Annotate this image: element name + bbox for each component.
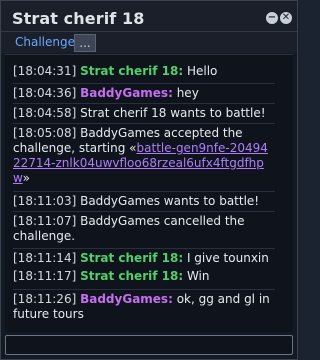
message-text-end: » bbox=[22, 171, 30, 185]
chat-message: [18:11:03] BaddyGames wants to battle! bbox=[13, 191, 275, 209]
chat-message: [18:05:08] BaddyGames accepted the chall… bbox=[13, 123, 275, 186]
message-text: Strat cherif 18 wants to battle! bbox=[80, 106, 266, 120]
chat-message: [18:11:17] Strat cherif 18: Win bbox=[13, 269, 275, 284]
message-timestamp: [18:11:14] bbox=[13, 251, 77, 265]
message-timestamp: [18:04:36] bbox=[13, 86, 77, 100]
chat-window: Strat cherif 18 − ✕ Challenge ... [18:04… bbox=[0, 0, 298, 360]
message-text: BaddyGames wants to battle! bbox=[80, 194, 260, 208]
chat-message: [18:04:31] Strat cherif 18: Hello bbox=[13, 64, 275, 79]
chat-message: [18:11:26] BaddyGames: ok, gg and gl in … bbox=[13, 289, 275, 322]
chat-message: [18:11:07] BaddyGames cancelled the chal… bbox=[13, 211, 275, 244]
close-icon[interactable]: ✕ bbox=[280, 12, 292, 24]
message-username[interactable]: BaddyGames: bbox=[80, 86, 173, 100]
chat-message: [18:04:58] Strat cherif 18 wants to batt… bbox=[13, 103, 275, 121]
chat-message: [18:04:36] BaddyGames: hey bbox=[13, 83, 275, 101]
message-timestamp: [18:11:26] bbox=[13, 292, 77, 306]
message-username[interactable]: Strat cherif 18: bbox=[80, 64, 183, 78]
tab-bar: Challenge ... bbox=[1, 32, 297, 53]
message-timestamp: [18:04:31] bbox=[13, 64, 77, 78]
message-timestamp: [18:04:58] bbox=[13, 106, 77, 120]
message-timestamp: [18:11:17] bbox=[13, 269, 77, 283]
message-timestamp: [18:11:03] bbox=[13, 194, 77, 208]
message-username[interactable]: Strat cherif 18: bbox=[80, 269, 183, 283]
minimize-icon[interactable]: − bbox=[266, 12, 278, 24]
message-username[interactable]: Strat cherif 18: bbox=[80, 251, 183, 265]
chat-input[interactable] bbox=[5, 335, 293, 355]
message-text: Hello bbox=[186, 64, 218, 78]
chat-message: [18:11:14] Strat cherif 18: I give tounx… bbox=[13, 248, 275, 266]
tab-challenge[interactable]: Challenge bbox=[11, 34, 79, 52]
tab-more-button[interactable]: ... bbox=[74, 34, 96, 52]
message-username[interactable]: BaddyGames: bbox=[80, 292, 173, 306]
title-bar: Strat cherif 18 − ✕ bbox=[1, 1, 297, 32]
message-text: I give tounxin bbox=[186, 251, 269, 265]
message-timestamp: [18:05:08] bbox=[13, 126, 77, 140]
message-timestamp: [18:11:07] bbox=[13, 214, 77, 228]
chat-log[interactable]: [18:04:31] Strat cherif 18: Hello [18:04… bbox=[5, 54, 293, 332]
message-text: Win bbox=[186, 269, 210, 283]
window-title: Strat cherif 18 bbox=[12, 9, 145, 28]
message-text: hey bbox=[176, 86, 199, 100]
